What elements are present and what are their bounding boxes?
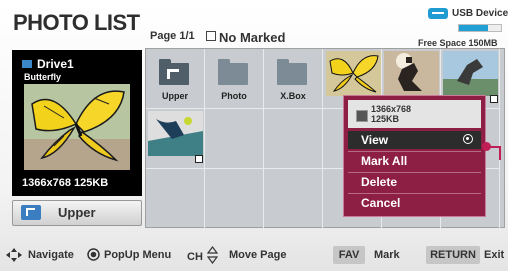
page-info: Page 1/1	[150, 30, 195, 42]
hint-move-page: Move Page	[229, 249, 287, 261]
fav-key: FAV	[333, 246, 365, 264]
free-space-fill	[459, 25, 489, 31]
usb-icon	[428, 8, 448, 19]
grid-item-upper[interactable]: Upper	[146, 49, 205, 109]
free-space-text: Free Space 150MB	[418, 38, 498, 48]
grid-item-empty	[205, 109, 264, 169]
jumper-thumbnail	[443, 51, 498, 96]
ok-button-icon	[87, 248, 100, 261]
rider-thumbnail	[384, 51, 439, 96]
grid-item-xbox[interactable]: X.Box	[264, 49, 323, 109]
usb-device-label: USB Device	[452, 8, 508, 20]
connector-line	[499, 146, 501, 160]
grid-item-empty	[264, 109, 323, 169]
tennis-thumbnail	[148, 111, 203, 156]
file-icon	[356, 110, 368, 122]
hint-navigate: Navigate	[28, 249, 74, 261]
menu-item-label: Cancel	[361, 196, 401, 210]
drive-label: Drive1	[22, 57, 74, 71]
drive-name: Drive1	[37, 57, 74, 71]
resolution-size: 1366x768 125KB	[22, 177, 109, 189]
upper-button[interactable]: Upper	[12, 200, 142, 226]
hint-exit: Exit	[484, 249, 505, 261]
folder-label: Upper	[161, 91, 188, 101]
up-folder-icon	[159, 59, 189, 85]
popup-file-info: 1366x768 125KB	[348, 100, 481, 128]
marked-status-text: No Marked	[219, 30, 286, 45]
page-title: PHOTO LIST	[13, 10, 140, 35]
menu-item-delete[interactable]: Delete	[348, 173, 481, 191]
usb-device: USB Device	[428, 8, 508, 19]
folder-icon	[277, 59, 307, 85]
free-space-bar	[458, 24, 502, 32]
menu-item-mark-all[interactable]: Mark All	[348, 152, 481, 170]
checkbox-icon	[206, 31, 216, 41]
grid-item-photo[interactable]: Photo	[205, 49, 264, 109]
hint-mark: Mark	[374, 249, 400, 261]
ch-updown-icon	[207, 246, 218, 264]
return-key: RETURN	[426, 246, 480, 264]
popup-size: 125KB	[371, 114, 400, 124]
menu-item-label: Mark All	[361, 154, 408, 168]
menu-item-cancel[interactable]: Cancel	[348, 194, 481, 212]
menu-item-label: View	[361, 133, 389, 147]
hint-ch: CH	[187, 251, 203, 263]
folder-icon	[218, 59, 248, 85]
photo-preview	[24, 84, 130, 170]
mark-icon	[490, 95, 498, 103]
footer-hints: Navigate PopUp Menu CH Move Page FAV Mar…	[0, 243, 508, 267]
grid-item-empty	[264, 169, 323, 229]
mark-icon	[195, 155, 203, 163]
grid-item-empty	[146, 169, 205, 229]
popup-menu: 1366x768 125KB View Mark All Delete Canc…	[343, 95, 486, 217]
folder-label: X.Box	[280, 91, 306, 101]
drive-icon	[22, 60, 32, 68]
hint-popup-menu: PopUp Menu	[104, 249, 172, 261]
butterfly-thumbnail	[326, 51, 381, 96]
menu-item-label: Delete	[361, 175, 398, 189]
marked-status: No Marked	[206, 30, 285, 45]
file-name: Butterfly	[24, 72, 62, 82]
dpad-icon	[6, 248, 22, 262]
popup-resolution: 1366x768	[371, 104, 412, 114]
grid-item-empty	[205, 169, 264, 229]
up-arrow-icon	[21, 205, 41, 220]
info-panel: Drive1 Butterfly 1366x768 125KB	[12, 50, 142, 196]
radio-selected-icon	[463, 134, 473, 144]
upper-button-label: Upper	[58, 205, 96, 220]
connector-dot	[482, 142, 491, 151]
grid-item-tennis[interactable]	[146, 109, 205, 169]
folder-label: Photo	[221, 91, 247, 101]
menu-item-view[interactable]: View	[348, 131, 481, 149]
